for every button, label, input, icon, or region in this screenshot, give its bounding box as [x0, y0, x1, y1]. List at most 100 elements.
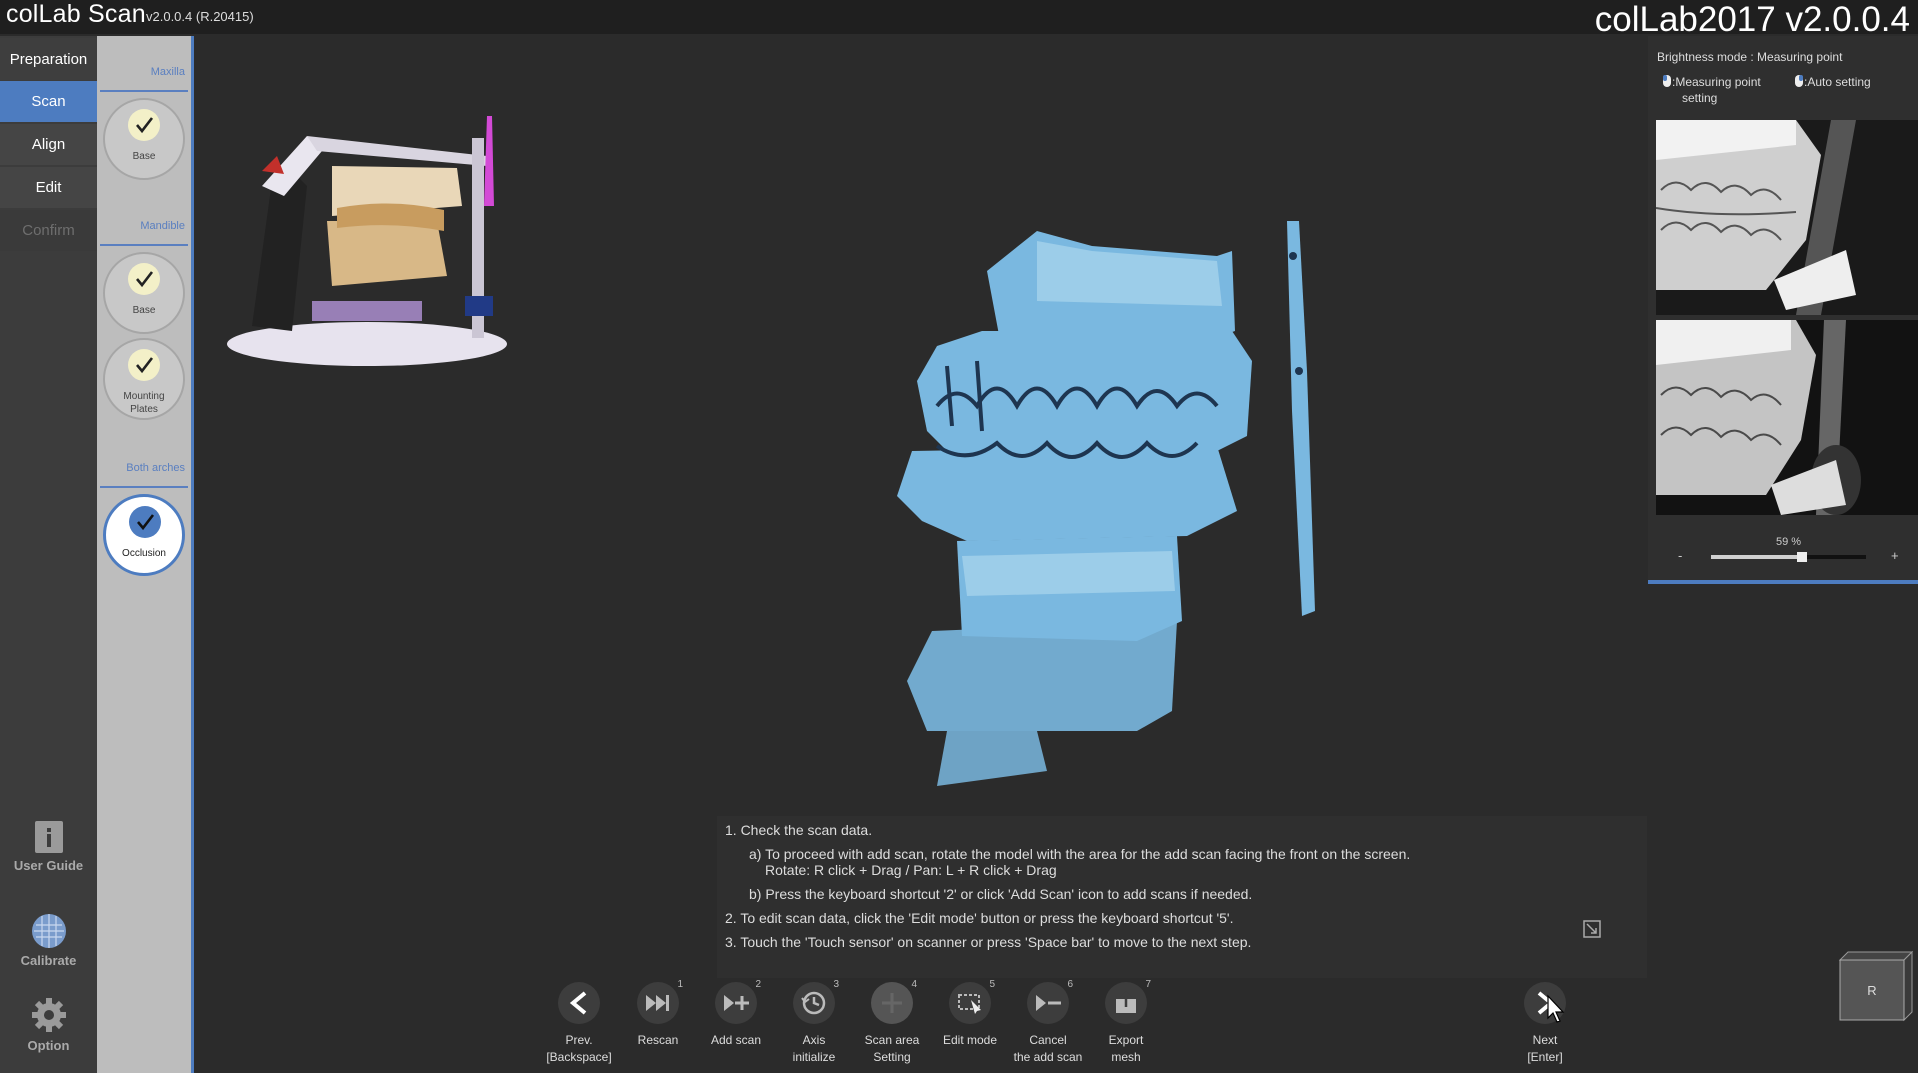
step-maxilla-base[interactable]: Base — [103, 98, 185, 180]
check-icon — [128, 349, 160, 381]
scan-area-label-2: Setting — [873, 1050, 911, 1064]
option-label: Option — [27, 1038, 70, 1053]
shortcut-number: 5 — [989, 979, 995, 990]
rescan-label: Rescan — [637, 1033, 679, 1047]
camera-view-bottom[interactable] — [1656, 320, 1918, 515]
collapse-instructions-icon[interactable] — [1583, 920, 1601, 938]
rescan-icon: 1 — [637, 979, 683, 1024]
scan-area-icon: 4 — [871, 979, 917, 1024]
next-label-2: [Enter] — [1527, 1050, 1563, 1064]
info-icon — [34, 821, 63, 853]
articulator-preview-image — [227, 116, 507, 366]
brightness-slider-thumb[interactable] — [1797, 552, 1808, 562]
3d-viewport[interactable]: 1. Check the scan data. a) To proceed wi… — [197, 36, 1647, 1073]
mouse-cursor-icon — [1547, 994, 1565, 1023]
brightness-percent: 59 % — [1776, 536, 1802, 548]
title-bar: colLab Scan v2.0.0.4 (R.20415) colLab201… — [0, 0, 1918, 39]
brightness-panel: Brightness mode : Measuring point :Measu… — [1648, 36, 1918, 584]
axis-initialize-button[interactable]: 3 Axis initialize — [774, 979, 854, 1066]
prev-label-2: [Backspace] — [546, 1050, 612, 1064]
next-button[interactable]: Next [Enter] — [1505, 982, 1585, 1066]
scan-area-setting-button[interactable]: 4 Scan area Setting — [852, 979, 932, 1066]
brightness-decrease-button[interactable]: - — [1678, 548, 1682, 563]
prev-label-1: Prev. — [565, 1033, 593, 1047]
cancel-label-2: the add scan — [1013, 1050, 1083, 1064]
step-mounting-plates[interactable]: Mounting Plates — [103, 338, 185, 420]
brightness-slider-track[interactable] — [1711, 552, 1866, 562]
step-panel: Maxilla Base Mandible Base Mounting Plat… — [97, 36, 194, 1073]
export-icon: 7 — [1105, 979, 1151, 1024]
shortcut-number: 4 — [911, 979, 917, 990]
nav-preparation[interactable]: Preparation — [0, 38, 97, 80]
edit-mode-icon: 5 — [949, 979, 995, 1024]
maxilla-label: Maxilla — [150, 66, 185, 78]
rescan-button[interactable]: 1 Rescan — [618, 979, 698, 1049]
auto-setting-option[interactable]: :Auto setting — [1794, 74, 1871, 90]
axis-label-1: Axis — [802, 1033, 826, 1047]
left-nav: Preparation Scan Align Edit Confirm User… — [0, 36, 97, 1073]
shortcut-number: 6 — [1067, 979, 1073, 990]
auto-setting-label: :Auto setting — [1804, 75, 1871, 89]
prev-button[interactable]: Prev. [Backspace] — [539, 982, 619, 1066]
history-icon: 3 — [793, 979, 839, 1024]
maxilla-divider — [100, 90, 188, 92]
measuring-point-label: :Measuring point — [1672, 75, 1761, 89]
camera-view-top[interactable] — [1656, 120, 1918, 315]
instruction-1a: a) To proceed with add scan, rotate the … — [749, 846, 1411, 862]
step-label: Base — [132, 151, 156, 162]
nav-scan[interactable]: Scan — [0, 81, 97, 122]
measuring-point-option[interactable]: :Measuring point setting — [1662, 74, 1761, 106]
brightness-increase-button[interactable]: + — [1891, 548, 1899, 563]
brightness-slider-row: 59 % - + — [1648, 536, 1918, 566]
instruction-box: 1. Check the scan data. a) To proceed wi… — [717, 816, 1647, 978]
measuring-point-label-2: setting — [1682, 91, 1718, 105]
option-button[interactable]: Option — [0, 996, 97, 1053]
user-guide-button[interactable]: User Guide — [0, 820, 97, 873]
export-mesh-button[interactable]: 7 Export mesh — [1086, 979, 1166, 1066]
prev-arrow-icon — [558, 982, 600, 1024]
both-arches-label: Both arches — [126, 462, 185, 474]
mandible-divider — [100, 244, 188, 246]
cancel-add-scan-button[interactable]: 6 Cancel the add scan — [1008, 979, 1088, 1066]
mouse-left-icon — [1663, 75, 1671, 87]
step-label: Mounting Plates — [123, 391, 165, 415]
user-guide-label: User Guide — [13, 858, 84, 873]
shortcut-number: 3 — [833, 979, 839, 990]
check-icon — [128, 109, 160, 141]
calibrate-icon — [31, 914, 66, 948]
app-version: v2.0.0.4 (R.20415) — [146, 9, 254, 24]
both-arches-divider — [100, 486, 188, 488]
calibrate-label: Calibrate — [20, 953, 77, 968]
cube-face-label: R — [1867, 983, 1876, 998]
check-icon — [128, 263, 160, 295]
instruction-3: 3. Touch the 'Touch sensor' on scanner o… — [725, 934, 1252, 950]
view-orientation-cube[interactable]: R — [1830, 948, 1914, 1024]
calibrate-button[interactable]: Calibrate — [0, 913, 97, 968]
instruction-1: 1. Check the scan data. — [725, 822, 873, 838]
mouse-right-icon — [1795, 75, 1803, 87]
nav-edit[interactable]: Edit — [0, 167, 97, 208]
nav-confirm[interactable]: Confirm — [0, 210, 97, 251]
cancel-add-scan-icon: 6 — [1027, 979, 1073, 1024]
next-label-1: Next — [1532, 1033, 1558, 1047]
brightness-slider-fill — [1802, 555, 1866, 559]
add-scan-label: Add scan — [710, 1033, 762, 1047]
axis-label-2: initialize — [792, 1050, 836, 1064]
mandible-label: Mandible — [140, 220, 185, 232]
instruction-1b: b) Press the keyboard shortcut '2' or cl… — [749, 886, 1253, 902]
brand-title: colLab2017 v2.0.0.4 — [1594, 0, 1910, 39]
shortcut-number: 2 — [755, 979, 761, 990]
gear-icon — [31, 998, 66, 1032]
step-label: Occlusion — [122, 548, 166, 559]
edit-mode-button[interactable]: 5 Edit mode — [930, 979, 1010, 1049]
cancel-label-1: Cancel — [1029, 1033, 1067, 1047]
shortcut-number: 7 — [1145, 979, 1151, 990]
step-mandible-base[interactable]: Base — [103, 252, 185, 334]
export-label-1: Export — [1108, 1033, 1144, 1047]
add-scan-button[interactable]: 2 Add scan — [696, 979, 776, 1049]
nav-align[interactable]: Align — [0, 124, 97, 165]
step-occlusion[interactable]: Occlusion — [103, 494, 185, 576]
edit-mode-label: Edit mode — [942, 1033, 998, 1047]
export-label-2: mesh — [1111, 1050, 1141, 1064]
scan-area-label-1: Scan area — [864, 1033, 920, 1047]
